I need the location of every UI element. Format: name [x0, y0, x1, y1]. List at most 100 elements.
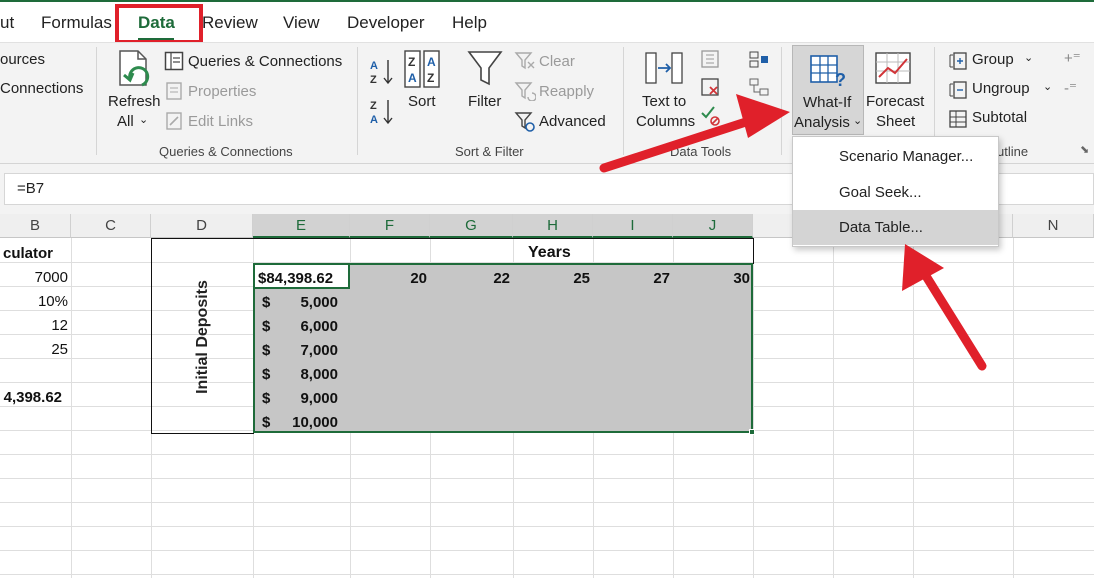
year-cell[interactable]: 25	[573, 270, 590, 287]
ungroup-icon	[949, 81, 967, 99]
col-gridline	[913, 238, 914, 578]
tab-developer[interactable]: Developer	[347, 13, 425, 33]
year-cell[interactable]: 20	[410, 270, 427, 287]
cell-b5[interactable]: 12	[51, 317, 68, 334]
filter-button[interactable]: Filter	[468, 93, 501, 110]
currency-symbol: $	[262, 318, 271, 335]
column-header-c[interactable]: C	[71, 214, 151, 238]
cell-b6[interactable]: 25	[51, 341, 68, 358]
text-to-columns-button[interactable]: Columns	[636, 113, 695, 130]
col-gridline	[833, 238, 834, 578]
sort-descending-icon: Z A	[370, 100, 393, 126]
table-border-top	[151, 238, 754, 239]
row-gridline	[0, 502, 1094, 503]
currency-symbol: $	[262, 366, 271, 383]
formula-text: =B7	[17, 180, 45, 197]
group-separator	[623, 47, 624, 155]
table-border-bottom	[151, 433, 254, 434]
reapply-button[interactable]: Reapply	[539, 83, 594, 100]
queries-connections-button[interactable]: Queries & Connections	[188, 53, 342, 70]
col-gridline	[753, 238, 754, 578]
column-header-e[interactable]: E	[253, 214, 350, 238]
tab-help[interactable]: Help	[452, 13, 487, 33]
tab-view[interactable]: View	[283, 13, 320, 33]
deposit-cell[interactable]: 7,000	[300, 342, 338, 359]
table-border-left	[151, 238, 152, 434]
sort-ascending-icon: A Z	[370, 60, 393, 86]
cell-b3[interactable]: 7000	[35, 269, 68, 286]
outline-settings-icon[interactable]: ⬊	[1080, 143, 1089, 156]
currency-symbol: $	[262, 342, 271, 359]
cell-b4[interactable]: 10%	[38, 293, 68, 310]
years-header[interactable]: Years	[528, 244, 571, 262]
tab-formulas[interactable]: Formulas	[41, 13, 112, 33]
edit-links-button[interactable]: Edit Links	[188, 113, 253, 130]
cell-b8[interactable]: 4,398.62	[4, 389, 62, 406]
refresh-all-dropdown[interactable]: All	[117, 113, 134, 130]
forecast-sheet-label[interactable]: Forecast	[866, 93, 924, 110]
svg-text:A: A	[427, 55, 436, 69]
column-header-f[interactable]: F	[350, 214, 430, 238]
advanced-button[interactable]: Advanced	[539, 113, 606, 130]
hide-detail-icon[interactable]: -⁼	[1064, 79, 1077, 97]
text-to-columns-label[interactable]: Text to	[642, 93, 686, 110]
edit-links-icon	[166, 112, 182, 130]
menu-item-scenario-manager[interactable]: Scenario Manager...	[793, 139, 998, 174]
advanced-filter-icon	[514, 112, 535, 132]
consolidate-icon	[749, 51, 768, 68]
group-separator	[96, 47, 97, 155]
column-header-n[interactable]: N	[1013, 214, 1094, 238]
show-detail-icon[interactable]: +⁼	[1064, 49, 1081, 67]
year-cell[interactable]: 27	[653, 270, 670, 287]
row-gridline	[0, 454, 1094, 455]
table-border-right	[753, 238, 754, 264]
svg-text:Z: Z	[370, 74, 377, 86]
forecast-sheet-button[interactable]: Sheet	[876, 113, 915, 130]
existing-connections-button[interactable]: Connections	[0, 80, 83, 97]
queries-connections-group-label: Queries & Connections	[159, 144, 293, 159]
row-gridline	[0, 574, 1094, 575]
column-header-g[interactable]: G	[430, 214, 513, 238]
data-tools-group-label: Data Tools	[670, 144, 732, 159]
deposit-cell[interactable]: 8,000	[300, 366, 338, 383]
column-header-i[interactable]: I	[593, 214, 673, 238]
subtotal-icon	[949, 110, 967, 128]
properties-button[interactable]: Properties	[188, 83, 256, 100]
annotation-highlight-box	[115, 4, 203, 44]
cell-e3-result[interactable]: $84,398.62	[258, 270, 333, 287]
sort-filter-group-label: Sort & Filter	[455, 144, 524, 159]
svg-text:A: A	[370, 60, 378, 72]
clear-button[interactable]: Clear	[539, 53, 575, 70]
relationships-icon	[749, 78, 769, 96]
deposit-cell[interactable]: 10,000	[292, 414, 338, 431]
cell-b2[interactable]: culator	[3, 245, 53, 262]
row-gridline	[0, 478, 1094, 479]
existing-sources-button[interactable]: ources	[0, 51, 45, 68]
deposit-cell[interactable]: 5,000	[300, 294, 338, 311]
column-header-d[interactable]: D	[151, 214, 253, 238]
refresh-all-label[interactable]: Refresh	[108, 93, 161, 110]
tab-layout[interactable]: ut	[0, 13, 14, 33]
column-header-h[interactable]: H	[513, 214, 593, 238]
ungroup-button[interactable]: Ungroup	[972, 80, 1030, 97]
what-if-analysis-button[interactable]: ? What-If Analysis ⌄	[792, 45, 864, 135]
group-button[interactable]: Group	[972, 51, 1014, 68]
menu-item-goal-seek[interactable]: Goal Seek...	[793, 175, 998, 210]
what-if-analysis-icon: ?	[810, 55, 846, 90]
subtotal-button[interactable]: Subtotal	[972, 109, 1027, 126]
svg-text:Z: Z	[370, 100, 377, 112]
deposit-cell[interactable]: 9,000	[300, 390, 338, 407]
tab-review[interactable]: Review	[202, 13, 258, 33]
col-gridline	[71, 238, 72, 578]
column-header-j[interactable]: J	[673, 214, 753, 238]
svg-text:A: A	[370, 114, 378, 126]
svg-text:A: A	[408, 71, 417, 85]
deposit-cell[interactable]: 6,000	[300, 318, 338, 335]
sort-button[interactable]: Sort	[408, 93, 436, 110]
menu-item-data-table[interactable]: Data Table...	[793, 210, 998, 245]
year-cell[interactable]: 30	[733, 270, 750, 287]
year-cell[interactable]: 22	[493, 270, 510, 287]
column-header-b[interactable]: B	[0, 214, 71, 238]
fill-handle[interactable]	[749, 429, 755, 435]
initial-deposits-label[interactable]: Initial Deposits	[194, 280, 212, 394]
